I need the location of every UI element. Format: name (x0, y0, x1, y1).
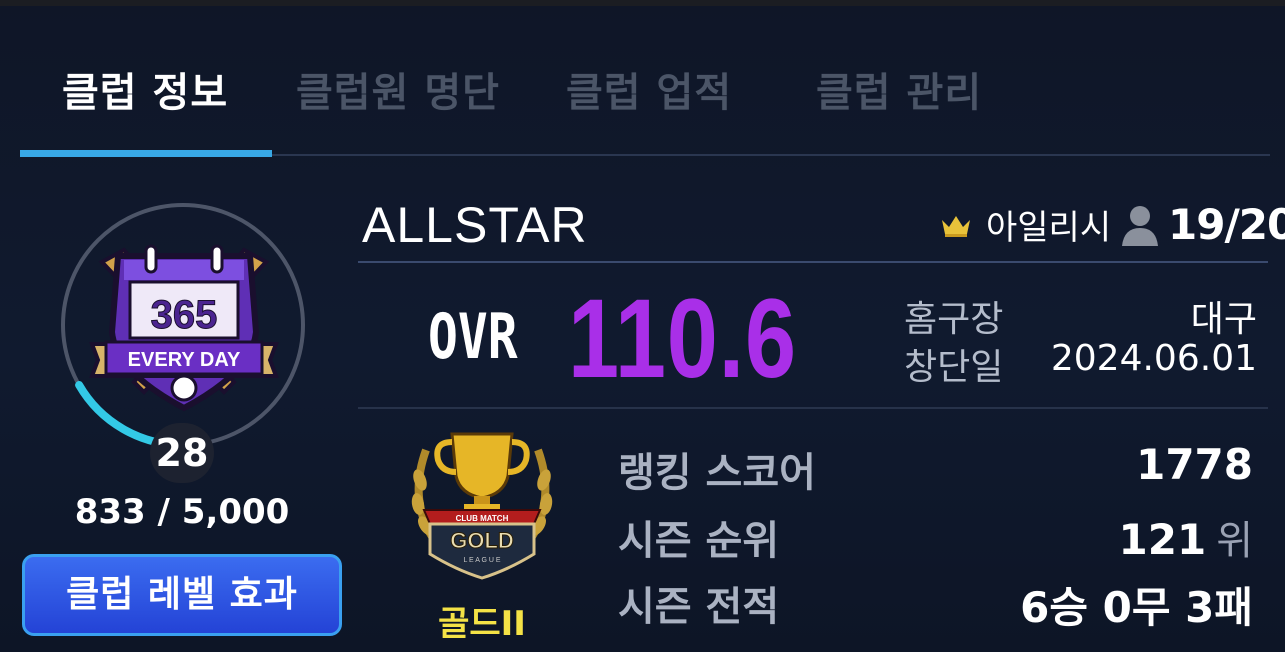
ovr-label: OVR (428, 300, 518, 373)
tab-club-management[interactable]: 클럽 관리 (816, 58, 982, 134)
tab-bar: 클럽 정보 클럽원 명단 클럽 업적 클럽 관리 (20, 58, 1270, 158)
club-leader-name: 아일리시 (986, 208, 1112, 248)
season-rank-value-group: 121 위 (1119, 508, 1253, 566)
league-name: 골드II (438, 604, 526, 644)
member-count: 19/20 (1168, 200, 1285, 249)
gold-league-emblem: CLUB MATCH GOLD L E A G U E (411, 432, 553, 580)
club-exp-text: 833 / 5,000 (74, 492, 290, 532)
emblem-ribbon-text: EVERY DAY (128, 349, 241, 371)
league-emblem-caption: CLUB MATCH (456, 514, 509, 523)
person-icon (1122, 206, 1158, 246)
home-stadium-label: 홈구장 (904, 299, 1004, 340)
top-bar (0, 0, 1285, 6)
ranking-score-value: 1778 (1136, 440, 1253, 489)
club-level-badge: 28 (150, 423, 214, 483)
league-emblem-subtitle: L E A G U E (463, 557, 500, 564)
club-emblem: 365 EVERY DAY (89, 244, 279, 412)
baseball-icon (170, 374, 198, 402)
tab-club-members[interactable]: 클럽원 명단 (296, 58, 500, 134)
ovr-value: 110.6 (568, 276, 797, 401)
founded-date-label: 창단일 (904, 347, 1004, 388)
season-record-value: 6승 0무 3패 (1020, 583, 1253, 632)
season-rank-label: 시즌 순위 (618, 518, 780, 564)
tab-club-info[interactable]: 클럽 정보 (62, 58, 228, 134)
tab-club-achievements[interactable]: 클럽 업적 (566, 58, 732, 134)
season-record-label: 시즌 전적 (618, 584, 780, 630)
home-stadium-value: 대구 (1190, 299, 1257, 340)
active-tab-indicator (20, 150, 272, 157)
season-rank-unit: 위 (1216, 518, 1253, 564)
section-divider (358, 407, 1268, 409)
emblem-number: 365 (151, 293, 218, 337)
ranking-score-label: 랭킹 스코어 (618, 450, 816, 496)
league-emblem-title: GOLD (450, 528, 514, 553)
header-divider (358, 261, 1268, 263)
club-level-effect-button[interactable]: 클럽 레벨 효과 (22, 554, 342, 636)
crown-icon (942, 216, 970, 237)
founded-date-value: 2024.06.01 (1050, 338, 1257, 379)
season-rank-value: 121 (1118, 515, 1207, 564)
club-name: ALLSTAR (362, 197, 588, 253)
